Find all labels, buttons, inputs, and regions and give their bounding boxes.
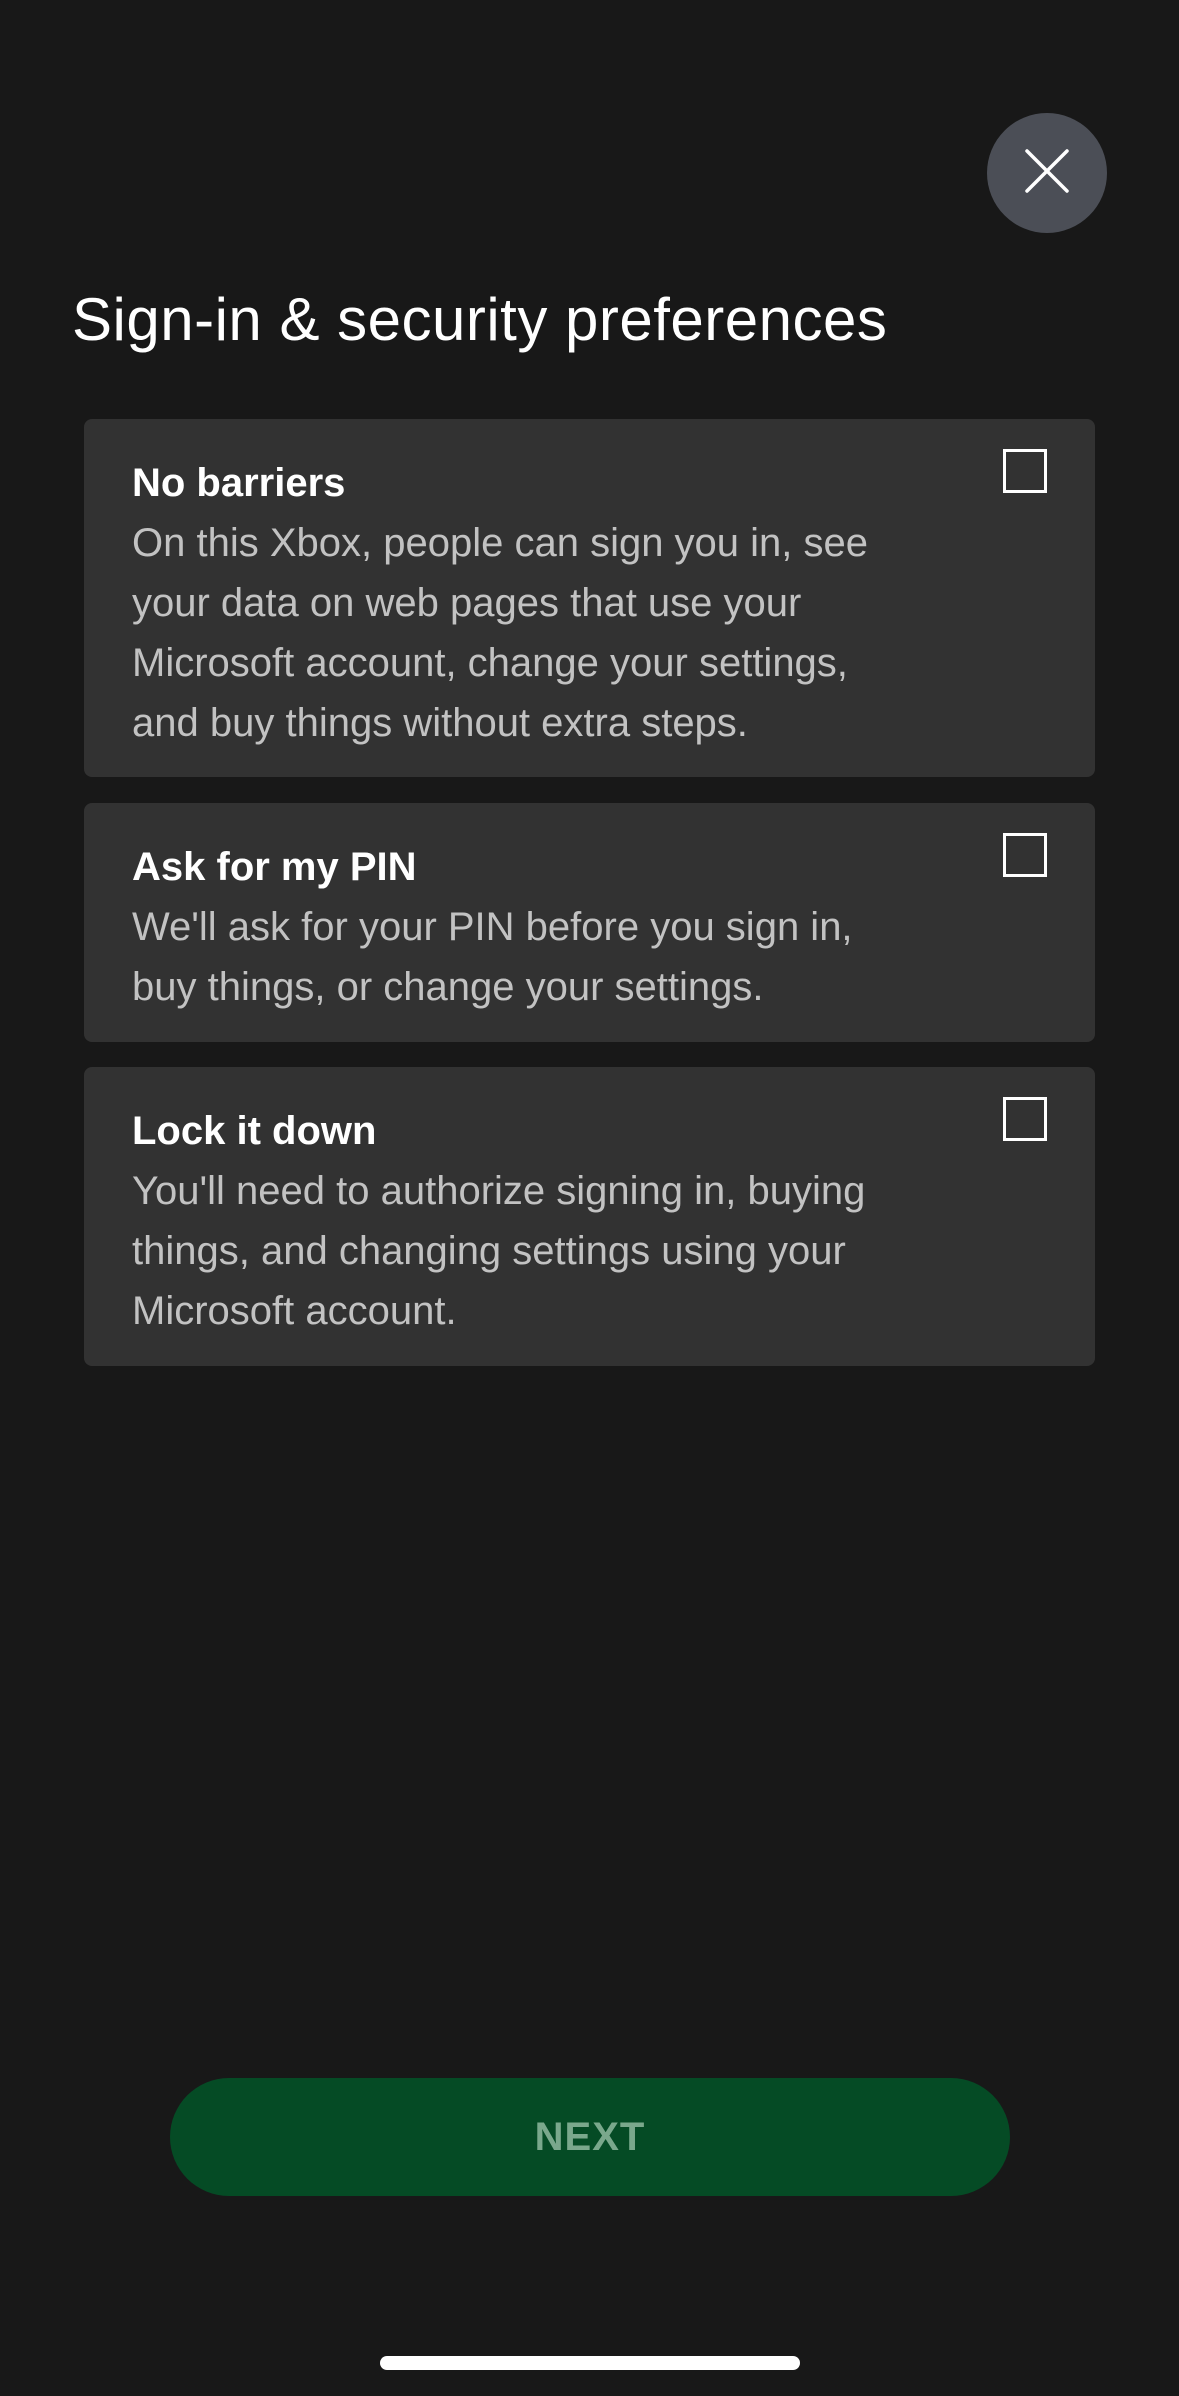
page-title: Sign-in & security preferences [72, 286, 888, 353]
option-no-barriers[interactable]: No barriers On this Xbox, people can sig… [84, 419, 1095, 777]
next-button[interactable]: NEXT [170, 2078, 1010, 2196]
checkbox[interactable] [1003, 1097, 1047, 1141]
option-lock-it-down[interactable]: Lock it down You'll need to authorize si… [84, 1067, 1095, 1366]
checkbox[interactable] [1003, 833, 1047, 877]
option-title: Ask for my PIN [132, 845, 417, 889]
option-description: On this Xbox, people can sign you in, se… [132, 521, 869, 745]
checkbox[interactable] [1003, 449, 1047, 493]
option-ask-for-pin[interactable]: Ask for my PIN We'll ask for your PIN be… [84, 803, 1095, 1042]
home-indicator[interactable] [380, 2356, 800, 2370]
option-description: You'll need to authorize signing in, buy… [132, 1169, 866, 1333]
close-icon [1023, 147, 1071, 200]
option-title: No barriers [132, 461, 346, 505]
close-button[interactable] [987, 113, 1107, 233]
option-title: Lock it down [132, 1109, 377, 1153]
option-description: We'll ask for your PIN before you sign i… [132, 905, 853, 1009]
